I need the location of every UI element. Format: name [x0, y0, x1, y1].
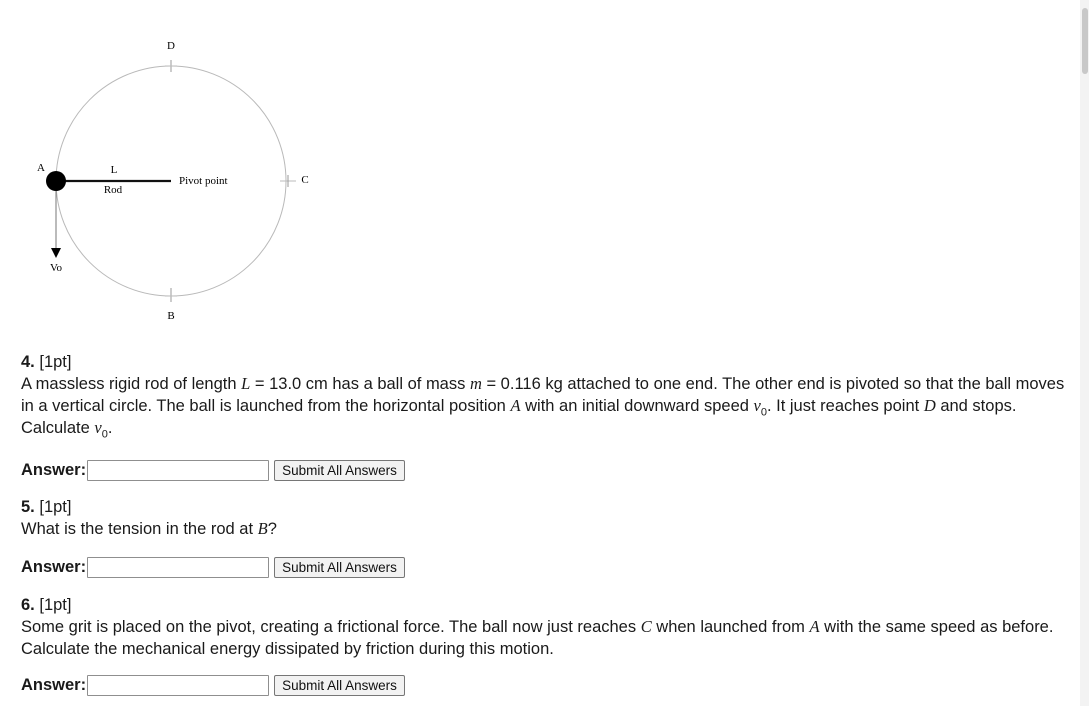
- label-vo: Vo: [50, 262, 63, 274]
- question-6-number: 6.: [21, 596, 35, 614]
- question-4-header: 4. [1pt]: [21, 351, 1066, 373]
- answer-input-4[interactable]: [87, 459, 270, 481]
- question-4-text: A massless rigid rod of length L = 13.0 …: [21, 374, 1065, 441]
- label-b: B: [167, 310, 174, 322]
- scrollbar-thumb[interactable]: [1082, 8, 1088, 74]
- label-rod: Rod: [104, 184, 123, 196]
- question-4-number: 4.: [21, 353, 35, 371]
- submit-all-answers-button[interactable]: Submit All Answers: [274, 556, 405, 578]
- question-6-header: 6. [1pt]: [21, 594, 1066, 616]
- page: D A L Rod Pivot point C Vo B 4. [1pt] A …: [0, 0, 1089, 706]
- question-5-points: [1pt]: [39, 498, 72, 516]
- answer-label: Answer:: [21, 460, 87, 479]
- question-4: 4. [1pt] A massless rigid rod of length …: [21, 351, 1066, 441]
- ball: [46, 171, 66, 191]
- velocity-arrowhead: [51, 248, 61, 258]
- answer-input-6[interactable]: [87, 674, 270, 696]
- answer-label: Answer:: [21, 675, 87, 694]
- label-d: D: [167, 40, 175, 52]
- answer-row-4: Answer: Submit All Answers: [21, 459, 405, 481]
- answer-input-5[interactable]: [87, 556, 270, 578]
- label-a: A: [37, 162, 45, 174]
- question-4-points: [1pt]: [39, 353, 72, 371]
- question-5-number: 5.: [21, 498, 35, 516]
- question-6-points: [1pt]: [39, 596, 72, 614]
- submit-all-answers-button[interactable]: Submit All Answers: [274, 674, 405, 696]
- answer-row-5: Answer: Submit All Answers: [21, 556, 405, 578]
- answer-label: Answer:: [21, 557, 87, 576]
- question-5-text: What is the tension in the rod at B?: [21, 519, 277, 538]
- question-5-header: 5. [1pt]: [21, 496, 1066, 518]
- submit-all-answers-button[interactable]: Submit All Answers: [274, 459, 405, 481]
- question-5: 5. [1pt] What is the tension in the rod …: [21, 496, 1066, 540]
- label-l: L: [111, 164, 118, 176]
- vertical-scrollbar[interactable]: [1080, 0, 1089, 706]
- answer-row-6: Answer: Submit All Answers: [21, 674, 405, 696]
- label-c: C: [301, 174, 308, 186]
- question-6: 6. [1pt] Some grit is placed on the pivo…: [21, 594, 1066, 660]
- label-pivot: Pivot point: [179, 175, 228, 187]
- pendulum-diagram: D A L Rod Pivot point C Vo B: [37, 40, 309, 322]
- question-6-text: Some grit is placed on the pivot, creati…: [21, 617, 1054, 658]
